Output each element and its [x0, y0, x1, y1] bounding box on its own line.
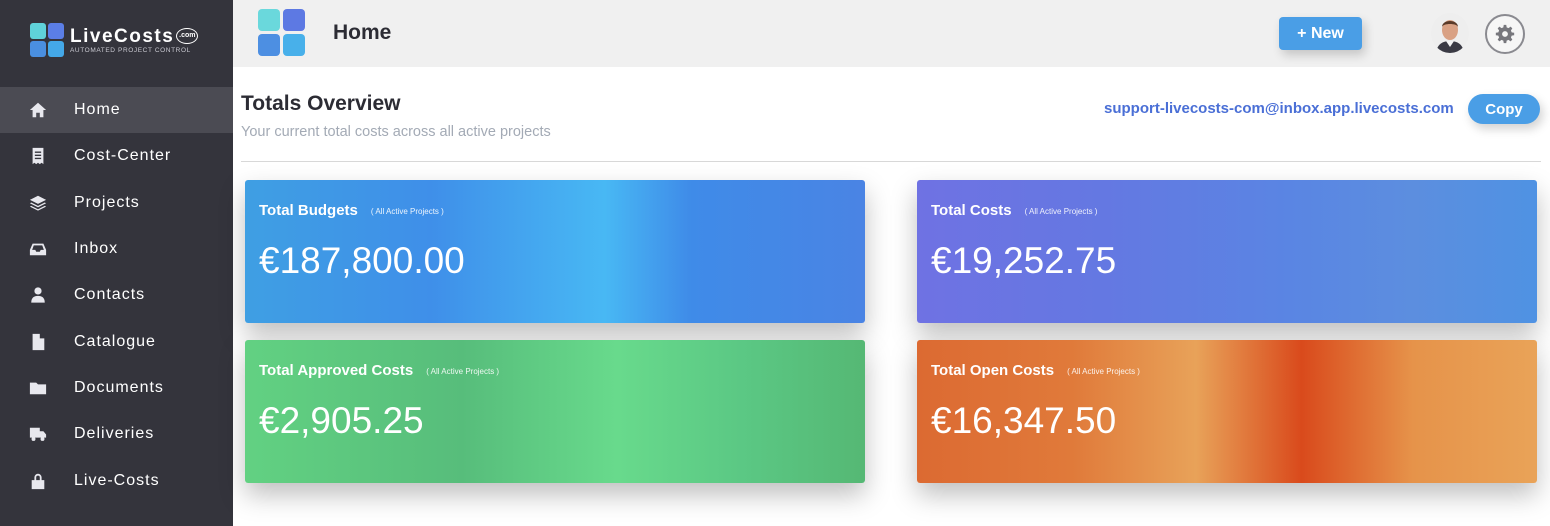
card-value: €2,905.25	[259, 400, 424, 441]
app-logo-icon	[258, 9, 305, 56]
copy-button[interactable]: Copy	[1468, 94, 1540, 124]
avatar[interactable]	[1431, 13, 1469, 53]
card-note: ( All Active Projects )	[426, 366, 500, 376]
logo-mark-icon	[30, 23, 64, 57]
user-avatar-icon	[1431, 13, 1469, 53]
lock-icon	[29, 472, 47, 490]
card-title: Total Open Costs	[931, 362, 1055, 379]
overview-title: Totals Overview	[241, 92, 401, 115]
sidebar-item-inbox[interactable]: Inbox	[0, 226, 233, 272]
card-title: Total Costs	[931, 202, 1012, 219]
sidebar-item-label: Catalogue	[74, 332, 156, 350]
sidebar-item-label: Inbox	[74, 240, 119, 258]
sidebar-item-catalogue[interactable]: Catalogue	[0, 318, 233, 364]
gear-icon	[1495, 24, 1515, 44]
truck-icon	[29, 425, 47, 443]
layers-icon	[29, 194, 47, 212]
sidebar-item-contacts[interactable]: Contacts	[0, 272, 233, 318]
card-title: Total Budgets	[259, 202, 358, 219]
sidebar: LiveCosts .com AUTOMATED PROJECT CONTROL …	[0, 0, 233, 526]
total-budgets-card[interactable]: Total Budgets ( All Active Projects ) €18…	[245, 180, 865, 323]
home-icon	[29, 101, 47, 119]
card-title: Total Approved Costs	[259, 362, 414, 379]
card-value: €16,347.50	[931, 400, 1117, 441]
card-value: €187,800.00	[259, 240, 465, 281]
sidebar-item-label: Documents	[74, 378, 164, 396]
card-value: €19,252.75	[931, 240, 1117, 281]
overview-subtitle: Your current total costs across all acti…	[241, 124, 551, 140]
brand-logo[interactable]: LiveCosts .com AUTOMATED PROJECT CONTROL	[0, 0, 233, 80]
total-costs-card[interactable]: Total Costs ( All Active Projects ) €19,2…	[917, 180, 1537, 323]
top-bar: Home + New	[233, 0, 1550, 67]
page-title: Home	[333, 21, 392, 44]
brand-tagline: AUTOMATED PROJECT CONTROL	[70, 46, 191, 54]
sidebar-item-live-costs[interactable]: Live-Costs	[0, 457, 233, 503]
file-icon	[29, 333, 47, 351]
sidebar-nav: Home Cost-Center Projects Inbox Contacts…	[0, 87, 233, 504]
inbox-icon	[29, 240, 47, 258]
user-icon	[29, 286, 47, 304]
total-open-costs-card[interactable]: Total Open Costs( All Active Projects ) …	[917, 340, 1537, 483]
folder-icon	[29, 379, 47, 397]
card-note: ( All Active Projects )	[1024, 206, 1098, 216]
sidebar-item-deliveries[interactable]: Deliveries	[0, 411, 233, 457]
new-button[interactable]: + New	[1279, 17, 1362, 50]
settings-button[interactable]	[1485, 14, 1525, 54]
sidebar-item-label: Home	[74, 101, 121, 119]
sidebar-item-documents[interactable]: Documents	[0, 365, 233, 411]
brand-com: .com	[176, 28, 199, 45]
sidebar-item-cost-center[interactable]: Cost-Center	[0, 133, 233, 179]
receipt-icon	[29, 147, 47, 165]
sidebar-item-label: Projects	[74, 193, 140, 211]
sidebar-item-home[interactable]: Home	[0, 87, 233, 134]
sidebar-item-label: Deliveries	[74, 425, 155, 443]
sidebar-item-label: Cost-Center	[74, 147, 172, 165]
support-email-link[interactable]: support-livecosts-com@inbox.app.livecost…	[1104, 100, 1454, 117]
sidebar-item-label: Live-Costs	[74, 471, 160, 489]
brand-name: LiveCosts	[70, 25, 175, 47]
sidebar-item-projects[interactable]: Projects	[0, 180, 233, 226]
card-note: ( All Active Projects )	[370, 206, 444, 216]
sidebar-item-label: Contacts	[74, 286, 146, 304]
total-approved-costs-card[interactable]: Total Approved Costs ( All Active Project…	[245, 340, 865, 483]
divider	[241, 161, 1541, 162]
card-note: ( All Active Projects )	[1067, 366, 1140, 376]
